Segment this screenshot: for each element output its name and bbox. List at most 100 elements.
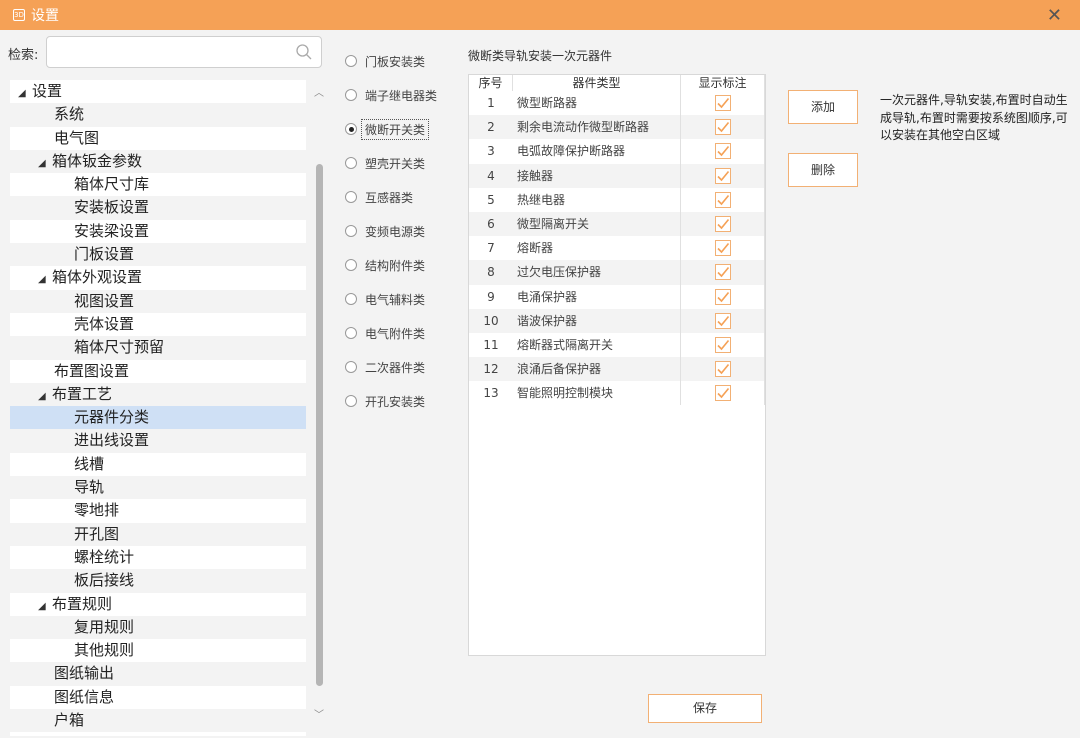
search-input[interactable] [53,37,293,67]
show-label-checkbox[interactable] [714,191,731,208]
show-label-checkbox[interactable] [714,240,731,257]
show-label-checkbox[interactable] [714,119,731,136]
radio-circle-icon[interactable] [345,361,357,373]
show-label-checkbox[interactable] [714,264,731,281]
save-button[interactable]: 保存 [648,694,762,723]
radio-circle-icon[interactable] [345,123,357,135]
tree-item[interactable]: 开孔图 [10,522,306,546]
category-radio-group: 门板安装类端子继电器类微断开关类 塑壳开关类 互感器类 变频电源类 结构附件类 电气辅料类… [340,44,465,418]
table-row[interactable]: 7 熔断器 [469,236,765,261]
table-row[interactable]: 12 浪涌后备保护器 [469,357,765,382]
table-row[interactable]: 2 剩余电流动作微型断路器 [469,115,765,140]
tree-item[interactable]: 安装板设置 [10,196,306,220]
tree-item[interactable]: 螺栓统计 [10,546,306,569]
tree-item[interactable]: 壳体设置 [10,313,306,336]
show-label-checkbox[interactable] [714,336,731,353]
table-row[interactable]: 5 热继电器 [469,187,765,212]
expand-arrow-icon[interactable]: ◢ [38,268,52,291]
category-radio[interactable]: 结构附件类 [340,248,465,282]
radio-circle-icon[interactable] [345,191,357,203]
table-row[interactable]: 10 谐波保护器 [469,308,765,333]
category-label: 端子继电器类 [365,88,438,103]
table-row[interactable]: 11 熔断器式隔离开关 [469,332,765,358]
radio-circle-icon[interactable] [345,157,357,169]
tree-item[interactable]: 复用规则 [10,615,306,640]
row-type: 微型隔离开关 [513,211,681,237]
tree-item[interactable]: 视图设置 [10,289,306,313]
show-label-checkbox[interactable] [714,312,731,329]
row-index: 10 [483,313,499,328]
tree-item[interactable]: 箱体尺寸库 [10,173,306,196]
category-radio[interactable]: 微断开关类 [340,112,465,146]
tree-item[interactable]: ◢ 布置规则 [10,593,306,616]
scroll-down-icon[interactable]: ﹀ [312,706,326,721]
tree-item-label: 系统 [54,105,85,124]
tree-scrollbar[interactable]: ︿ ﹀ [312,80,326,736]
category-radio[interactable]: 二次器件类 [340,350,465,384]
category-radio[interactable]: 电气辅料类 [340,282,465,316]
radio-circle-icon[interactable] [345,225,357,237]
delete-button[interactable]: 删除 [788,153,858,187]
tree-item[interactable]: 零地排 [10,499,306,522]
category-radio[interactable]: 变频电源类 [340,214,465,248]
tree-item[interactable]: ◢ 箱体钣金参数 [10,149,306,175]
radio-circle-icon[interactable] [345,55,357,67]
table-row[interactable]: 13 智能照明控制模块 [469,381,765,406]
expand-arrow-icon[interactable]: ◢ [38,385,52,408]
tree-item[interactable]: 系统 [10,103,306,127]
table-row[interactable]: 6 微型隔离开关 [469,211,765,237]
category-radio[interactable]: 塑壳开关类 [340,146,465,180]
expand-arrow-icon[interactable]: ◢ [38,152,52,175]
category-radio[interactable]: 开孔安装类 [340,384,465,418]
tree-item[interactable]: 布置图设置 [10,360,306,383]
search-icon[interactable] [295,43,313,61]
tree-item[interactable]: ◢ 布置工艺 [10,382,306,408]
table-row[interactable]: 3 电弧故障保护断路器 [469,139,765,164]
header-show-label: 显示标注 [681,75,765,91]
category-radio[interactable]: 电气附件类 [340,316,465,350]
close-icon[interactable]: ✕ [1047,5,1062,26]
scroll-thumb[interactable] [316,164,323,686]
scroll-up-icon[interactable]: ︿ [312,84,326,99]
expand-arrow-icon[interactable]: ◢ [18,82,32,105]
tree-item[interactable]: 户箱 [10,709,306,733]
radio-circle-icon[interactable] [345,395,357,407]
show-label-checkbox[interactable] [714,143,731,160]
table-row[interactable]: 9 电涌保护器 [469,284,765,309]
tree-item[interactable]: 导轨 [10,476,306,500]
row-show-label-cell [681,381,765,406]
radio-circle-icon[interactable] [345,327,357,339]
table-row[interactable]: 4 接触器 [469,163,765,188]
show-label-checkbox[interactable] [714,288,731,305]
show-label-checkbox[interactable] [714,95,731,112]
radio-circle-icon[interactable] [345,259,357,271]
category-radio[interactable]: 端子继电器类 [340,78,465,112]
radio-circle-icon[interactable] [345,293,357,305]
tree-item[interactable]: ◢ 箱体外观设置 [10,266,306,289]
show-label-checkbox[interactable] [714,385,731,402]
tree-item[interactable]: 箱体尺寸预留 [10,336,306,360]
search-box[interactable] [46,36,322,68]
tree-item[interactable]: ◢ 设置 [10,80,306,103]
tree-item[interactable]: 进出线设置 [10,429,306,453]
tree-item[interactable]: 安装梁设置 [10,220,306,243]
add-button[interactable]: 添加 [788,90,858,124]
tree-item[interactable]: 其他规则 [10,639,306,662]
table-row[interactable]: 1 微型断路器 [469,91,765,116]
category-radio[interactable]: 门板安装类 [340,44,465,78]
radio-circle-icon[interactable] [345,89,357,101]
show-label-checkbox[interactable] [714,167,731,184]
tree-item[interactable]: 门板设置 [10,243,306,267]
tree-item[interactable]: 图纸输出 [10,662,306,686]
tree-item[interactable]: 图纸信息 [10,686,306,709]
table-row[interactable]: 8 过欠电压保护器 [469,260,765,285]
show-label-checkbox[interactable] [714,361,731,378]
tree-item[interactable]: 电气图 [10,127,306,150]
tree-item[interactable]: 元器件分类 [10,406,306,430]
tree-item-label: 电气图 [54,128,100,147]
show-label-checkbox[interactable] [714,216,731,233]
expand-arrow-icon[interactable]: ◢ [38,595,52,618]
tree-item[interactable]: 线槽 [10,453,306,476]
category-radio[interactable]: 互感器类 [340,180,465,214]
tree-item[interactable]: 板后接线 [10,569,306,593]
